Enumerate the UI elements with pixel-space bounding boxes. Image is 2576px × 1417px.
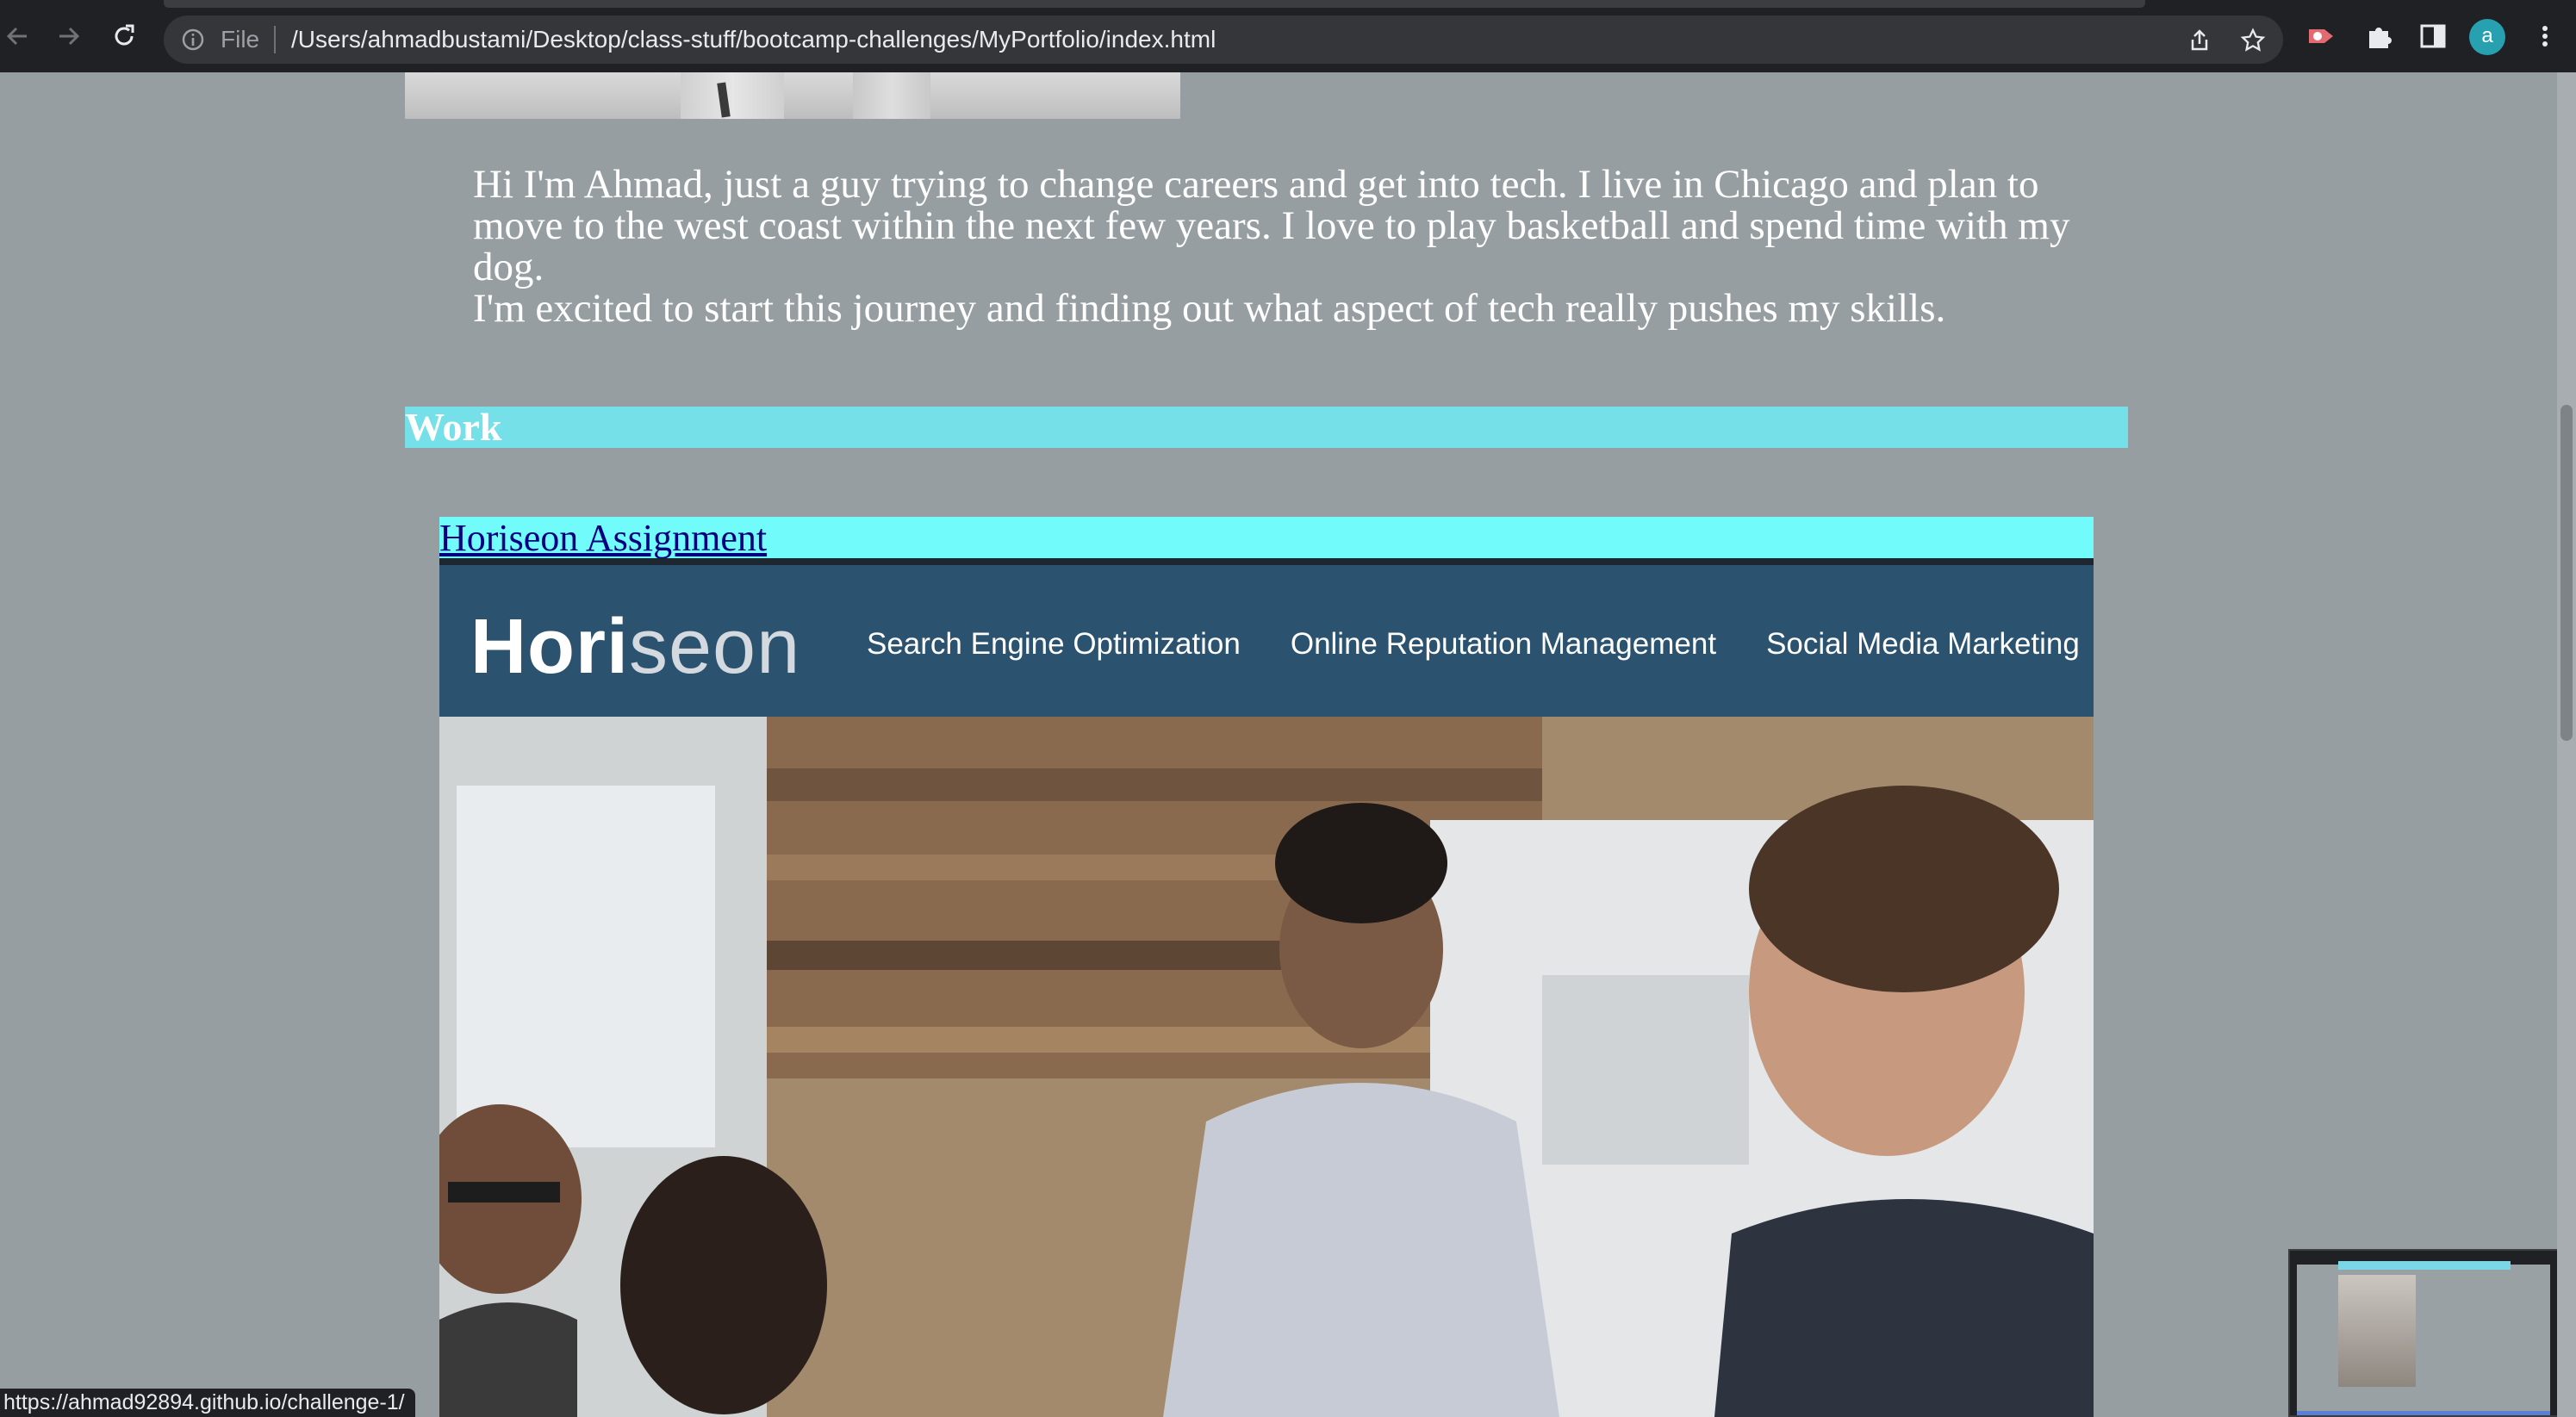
scheme-label: File: [221, 26, 260, 53]
screen-recording-preview[interactable]: [2288, 1249, 2559, 1417]
scrollbar-thumb[interactable]: [2560, 405, 2573, 741]
nav-link-social: Social Media Marketing: [1766, 627, 2080, 661]
tab-strip: [0, 0, 2576, 9]
link-status-bar: https://ahmad92894.github.io/challenge-1…: [0, 1389, 415, 1417]
project-screenshot[interactable]: Horiseon Search Engine Optimization Onli…: [439, 558, 2094, 1417]
nav-link-reputation: Online Reputation Management: [1290, 627, 1717, 661]
screenshot-border: [439, 558, 2094, 565]
profile-avatar[interactable]: a: [2469, 19, 2505, 55]
work-section-heading: Work: [405, 407, 2128, 448]
project-title-bar: Horiseon Assignment: [439, 517, 2094, 559]
address-bar[interactable]: File /Users/ahmadbustami/Desktop/class-s…: [164, 16, 2283, 64]
site-info-icon[interactable]: [181, 28, 205, 52]
about-paragraph: Hi I'm Ahmad, just a guy trying to chang…: [473, 162, 2070, 289]
hero-photo: [439, 717, 2094, 1417]
scrollbar-track[interactable]: [2557, 72, 2576, 1417]
url-text[interactable]: /Users/ahmadbustami/Desktop/class-stuff/…: [291, 24, 1216, 55]
reload-icon[interactable]: [107, 19, 141, 53]
forward-icon[interactable]: [52, 19, 86, 53]
horiseon-header: Horiseon Search Engine Optimization Onli…: [439, 565, 2094, 717]
about-section: Hi I'm Ahmad, just a guy trying to chang…: [473, 164, 2110, 329]
profile-photo: [405, 72, 1180, 119]
share-icon[interactable]: [2187, 28, 2212, 53]
nav-link-seo: Search Engine Optimization: [867, 627, 1241, 661]
horiseon-logo: Horiseon: [470, 608, 800, 686]
back-icon[interactable]: [0, 19, 34, 53]
about-paragraph: I'm excited to start this journey and fi…: [473, 286, 1946, 331]
project-link[interactable]: Horiseon Assignment: [439, 517, 767, 559]
logo-accent: seon: [629, 604, 801, 690]
horiseon-nav: Search Engine Optimization Online Reputa…: [867, 625, 2080, 663]
side-panel-icon[interactable]: [2417, 21, 2448, 52]
kebab-menu-icon[interactable]: [2529, 21, 2560, 52]
browser-toolbar: File /Users/ahmadbustami/Desktop/class-s…: [0, 0, 2576, 72]
omnibox-divider: [274, 26, 276, 53]
bookmark-star-icon[interactable]: [2240, 28, 2266, 53]
logo-main: Hori: [470, 604, 629, 690]
extension-icon[interactable]: [2305, 21, 2336, 52]
extensions-puzzle-icon[interactable]: [2364, 21, 2395, 52]
